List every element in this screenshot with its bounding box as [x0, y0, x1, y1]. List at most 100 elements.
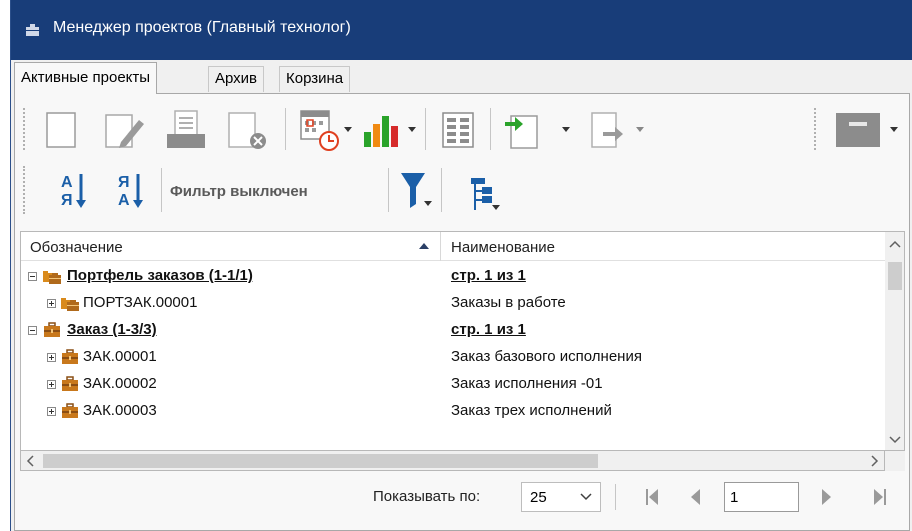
group-page-info[interactable]: стр. 1 из 1: [451, 321, 526, 338]
toolbar-grip[interactable]: [23, 108, 25, 150]
export-icon[interactable]: [591, 112, 627, 150]
export-dropdown-icon[interactable]: [635, 126, 645, 134]
open-document-icon[interactable]: [165, 110, 209, 150]
pager-separator: [615, 484, 616, 510]
tab-panel: А Я Я А Фильтр выключен Обозначение Наим…: [14, 93, 910, 531]
portfolio-folder-icon: [61, 298, 79, 311]
pager-bar: Показывать по: 25: [15, 478, 911, 518]
briefcase-icon: [62, 376, 78, 391]
sort-ascending-icon[interactable]: А Я: [61, 172, 89, 212]
schedule-calendar-icon[interactable]: [299, 107, 343, 153]
expand-toggle-icon[interactable]: [47, 353, 56, 362]
table-row[interactable]: ЗАК.00002 Заказ исполнения -01: [21, 371, 885, 398]
toolbar-grip[interactable]: [23, 166, 25, 214]
horizontal-scroll-thumb[interactable]: [43, 454, 598, 468]
bar-chart-icon[interactable]: [363, 112, 403, 148]
row-code: ПОРТЗАК.00001: [83, 294, 198, 311]
grid-view-icon[interactable]: [442, 112, 474, 148]
group-code: Портфель заказов (1-1/1): [67, 267, 253, 284]
portfolio-folder-icon: [43, 271, 61, 284]
group-row[interactable]: Заказ (1-3/3) стр. 1 из 1: [21, 317, 885, 344]
delete-document-icon[interactable]: [228, 112, 268, 150]
expand-toggle-icon[interactable]: [47, 407, 56, 416]
tab-strip: Активные проекты Архив Корзина: [11, 62, 912, 94]
column-header-code[interactable]: Обозначение: [21, 232, 441, 261]
calendar-dropdown-icon[interactable]: [343, 126, 353, 134]
scroll-up-icon[interactable]: [889, 240, 901, 248]
vertical-scrollbar[interactable]: [885, 231, 905, 451]
main-toolbar: [23, 104, 903, 154]
horizontal-scrollbar[interactable]: [20, 451, 885, 471]
first-page-icon[interactable]: [645, 488, 659, 506]
previous-page-icon[interactable]: [689, 488, 701, 506]
expand-toggle-icon[interactable]: [47, 299, 56, 308]
page-size-value: 25: [530, 489, 547, 506]
row-name: Заказы в работе: [451, 294, 566, 311]
row-code: ЗАК.00003: [83, 402, 157, 419]
last-page-icon[interactable]: [873, 488, 887, 506]
import-icon[interactable]: [503, 110, 539, 150]
scroll-corner: [885, 451, 905, 471]
toolbar-grip[interactable]: [814, 108, 816, 150]
sort-descending-icon[interactable]: Я А: [118, 172, 146, 212]
group-code: Заказ (1-3/3): [67, 321, 157, 338]
next-page-icon[interactable]: [821, 488, 833, 506]
collapse-toggle-icon[interactable]: [28, 272, 37, 281]
row-name: Заказ базового исполнения: [451, 348, 642, 365]
projects-grid: Обозначение Наименование Портфель заказо…: [20, 231, 885, 451]
group-page-info[interactable]: стр. 1 из 1: [451, 267, 526, 284]
table-row[interactable]: ПОРТЗАК.00001 Заказы в работе: [21, 290, 885, 317]
svg-text:Я: Я: [118, 174, 130, 191]
edit-document-icon[interactable]: [105, 110, 145, 150]
svg-text:А: А: [61, 174, 73, 191]
page-size-label: Показывать по:: [373, 488, 481, 505]
window-title: Менеджер проектов (Главный технолог): [53, 19, 351, 36]
sort-ascending-indicator-icon: [419, 243, 429, 249]
row-code: ЗАК.00002: [83, 375, 157, 392]
vertical-scroll-thumb[interactable]: [888, 262, 902, 290]
chart-dropdown-icon[interactable]: [407, 126, 417, 134]
column-header-code-label: Обозначение: [30, 239, 123, 256]
title-bar: Менеджер проектов (Главный технолог): [11, 0, 912, 60]
row-name: Заказ исполнения -01: [451, 375, 603, 392]
expand-toggle-icon[interactable]: [47, 380, 56, 389]
import-dropdown-icon[interactable]: [561, 126, 571, 134]
scroll-right-icon[interactable]: [871, 455, 879, 467]
filter-status-label: Фильтр выключен: [170, 183, 308, 200]
sort-filter-toolbar: А Я Я А Фильтр выключен: [23, 158, 443, 222]
chevron-down-icon: [580, 493, 592, 501]
table-row[interactable]: ЗАК.00003 Заказ трех исполнений: [21, 398, 885, 425]
scroll-down-icon[interactable]: [889, 436, 901, 444]
svg-text:А: А: [118, 192, 130, 209]
window-menu-icon[interactable]: [25, 24, 40, 37]
filter-funnel-icon[interactable]: [400, 171, 434, 211]
current-page-input[interactable]: [724, 482, 799, 512]
svg-text:Я: Я: [61, 192, 73, 209]
briefcase-icon: [62, 349, 78, 364]
collapse-toggle-icon[interactable]: [28, 326, 37, 335]
grid-header: Обозначение Наименование: [21, 232, 885, 261]
archive-dropdown-icon[interactable]: [889, 126, 899, 134]
briefcase-icon: [62, 403, 78, 418]
briefcase-icon: [44, 322, 60, 337]
toolbar-separator: [388, 168, 389, 212]
page-size-select[interactable]: 25: [521, 482, 601, 512]
scroll-left-icon[interactable]: [26, 455, 34, 467]
group-row[interactable]: Портфель заказов (1-1/1) стр. 1 из 1: [21, 263, 885, 290]
archive-box-icon[interactable]: [835, 112, 881, 148]
toolbar-separator: [490, 108, 491, 150]
table-row[interactable]: ЗАК.00001 Заказ базового исполнения: [21, 344, 885, 371]
column-header-name-label: Наименование: [451, 239, 555, 256]
toolbar-separator: [441, 168, 442, 212]
tab-trash[interactable]: Корзина: [279, 66, 351, 92]
row-code: ЗАК.00001: [83, 348, 157, 365]
tab-active-projects[interactable]: Активные проекты: [14, 62, 158, 94]
tree-hierarchy-icon[interactable]: [470, 177, 502, 213]
tab-archive[interactable]: Архив: [208, 66, 265, 92]
toolbar-separator: [285, 108, 286, 150]
new-document-icon[interactable]: [46, 112, 76, 148]
row-name: Заказ трех исполнений: [451, 402, 612, 419]
toolbar-separator: [161, 168, 162, 212]
project-manager-window: Менеджер проектов (Главный технолог) Акт…: [10, 0, 912, 531]
toolbar-separator: [425, 108, 426, 150]
